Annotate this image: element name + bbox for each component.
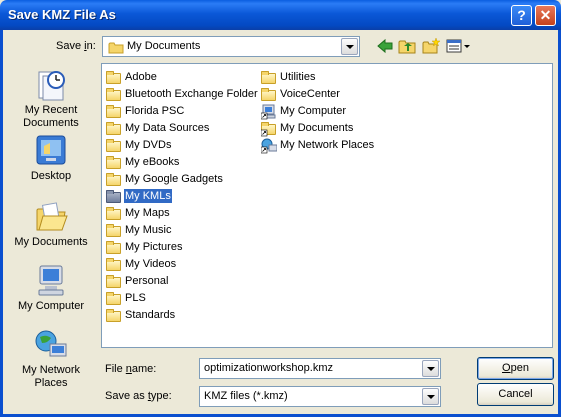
folder-icon — [106, 274, 122, 288]
file-name-input[interactable]: optimizationworkshop.kmz — [199, 358, 441, 379]
window-frame-left — [0, 30, 3, 417]
chevron-down-icon[interactable] — [341, 38, 358, 55]
list-item-folder-my-videos[interactable]: My Videos — [106, 255, 177, 272]
place-desktop[interactable]: Desktop — [6, 134, 96, 183]
list-item-folder-adobe[interactable]: Adobe — [106, 68, 158, 85]
music-folder-icon — [106, 223, 122, 237]
place-label: My Documents — [14, 236, 88, 248]
place-my-recent-documents[interactable]: My Recent Documents — [6, 68, 96, 130]
save-as-type-label: Save as type: — [105, 390, 172, 402]
list-item-folder-personal[interactable]: Personal — [106, 272, 169, 289]
list-item-folder-my-kmls[interactable]: My KMLs — [106, 187, 172, 204]
list-item-folder-standards[interactable]: Standards — [106, 306, 176, 323]
place-my-network-places[interactable]: My Network Places — [6, 328, 96, 390]
folder-icon — [106, 257, 122, 271]
pictures-folder-icon — [106, 240, 122, 254]
place-my-documents[interactable]: My Documents — [6, 200, 96, 249]
list-item-folder-pls[interactable]: PLS — [106, 289, 147, 306]
list-item-shortcut-my-documents[interactable]: My Documents — [261, 119, 354, 136]
title-bar[interactable]: Save KMZ File As ? ✕ — [0, 0, 561, 30]
list-item-shortcut-my-computer[interactable]: My Computer — [260, 102, 347, 119]
place-label: My Recent Documents — [23, 104, 79, 129]
desktop-icon — [34, 134, 68, 168]
list-item-shortcut-my-network-places[interactable]: My Network Places — [260, 136, 375, 153]
file-list[interactable]: Adobe Bluetooth Exchange Folder Florida … — [101, 63, 553, 348]
folder-icon — [106, 104, 122, 118]
folder-icon — [106, 308, 122, 322]
back-arrow-icon — [377, 38, 393, 54]
list-item-folder-my-dvds[interactable]: My DVDs — [106, 136, 172, 153]
help-icon: ? — [517, 7, 526, 23]
chevron-down-icon[interactable] — [422, 388, 439, 405]
place-label: My Network Places — [21, 364, 81, 389]
folder-icon — [108, 41, 124, 57]
save-in-label: Save in: — [56, 40, 96, 52]
chevron-down-icon[interactable] — [422, 360, 439, 377]
help-button[interactable]: ? — [511, 5, 532, 26]
my-computer-icon — [34, 264, 68, 298]
folder-icon — [106, 70, 122, 84]
close-button[interactable]: ✕ — [535, 5, 556, 26]
folder-icon — [106, 155, 122, 169]
data-sources-folder-icon — [106, 121, 122, 135]
list-item-folder-voicecenter[interactable]: VoiceCenter — [261, 85, 341, 102]
my-documents-icon — [34, 200, 68, 234]
new-folder-button[interactable] — [422, 37, 442, 56]
up-one-level-icon — [398, 40, 416, 54]
open-button[interactable]: Open — [477, 357, 554, 380]
place-label: My Computer — [17, 300, 85, 312]
place-my-computer[interactable]: My Computer — [6, 264, 96, 313]
save-as-type-dropdown[interactable]: KMZ files (*.kmz) — [199, 386, 441, 407]
up-one-level-button[interactable] — [398, 38, 418, 56]
computer-shortcut-icon — [260, 104, 277, 119]
documents-shortcut-icon — [261, 121, 277, 136]
network-places-icon — [34, 328, 68, 362]
place-label: Desktop — [30, 170, 72, 182]
new-folder-icon — [422, 37, 441, 54]
folder-icon — [106, 189, 122, 203]
views-menu-icon — [446, 39, 470, 53]
file-name-label: File name: — [105, 363, 157, 375]
list-item-folder-my-pictures[interactable]: My Pictures — [106, 238, 183, 255]
folder-icon — [261, 87, 277, 101]
back-button[interactable] — [376, 38, 396, 56]
cancel-button[interactable]: Cancel — [477, 383, 554, 406]
views-menu-button[interactable] — [446, 38, 472, 56]
network-shortcut-icon — [260, 138, 278, 153]
list-item-folder-florida-psc[interactable]: Florida PSC — [106, 102, 185, 119]
save-in-value: My Documents — [127, 40, 201, 52]
list-item-folder-my-music[interactable]: My Music — [106, 221, 172, 238]
list-item-folder-utilities[interactable]: Utilities — [261, 68, 316, 85]
folder-icon — [106, 172, 122, 186]
folder-icon — [106, 138, 122, 152]
list-item-folder-my-google-gadgets[interactable]: My Google Gadgets — [106, 170, 224, 187]
list-item-folder-my-maps[interactable]: My Maps — [106, 204, 171, 221]
list-item-folder-my-data-sources[interactable]: My Data Sources — [106, 119, 210, 136]
file-name-value: optimizationworkshop.kmz — [204, 362, 333, 374]
folder-icon — [106, 87, 122, 101]
save-in-dropdown[interactable]: My Documents — [102, 36, 360, 57]
save-as-type-value: KMZ files (*.kmz) — [204, 390, 288, 402]
folder-icon — [106, 291, 122, 305]
close-icon: ✕ — [539, 7, 552, 23]
folder-icon — [106, 206, 122, 220]
window-title: Save KMZ File As — [8, 7, 116, 22]
recent-documents-icon — [34, 68, 68, 102]
list-item-folder-bluetooth-exchange[interactable]: Bluetooth Exchange Folder — [106, 85, 259, 102]
folder-icon — [261, 70, 277, 84]
list-item-folder-my-ebooks[interactable]: My eBooks — [106, 153, 180, 170]
